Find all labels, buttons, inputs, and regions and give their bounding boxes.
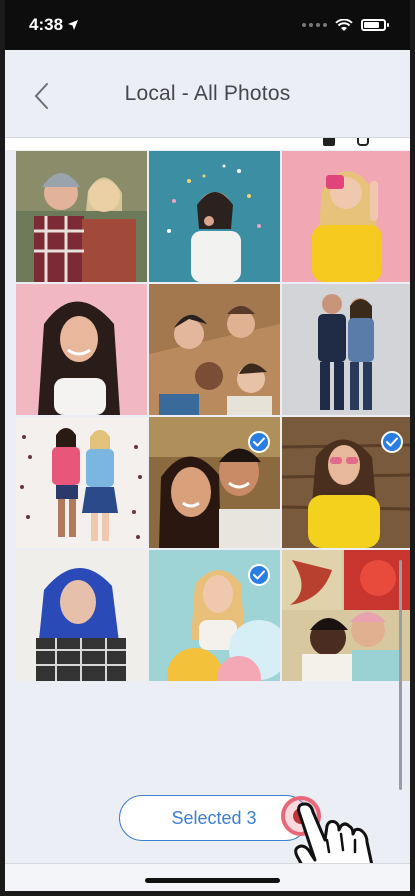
facebook-icon xyxy=(323,138,335,146)
photo-couple-standing xyxy=(282,284,410,415)
photo-tile-9[interactable] xyxy=(282,417,410,548)
photo-tile-6[interactable] xyxy=(282,284,410,415)
status-icons xyxy=(302,18,389,32)
photo-tile-4[interactable] xyxy=(16,284,147,415)
status-time: 4:38 xyxy=(29,15,64,34)
photo-tile-3[interactable] xyxy=(282,151,410,282)
photo-tile-10[interactable] xyxy=(16,550,147,681)
wifi-icon xyxy=(335,18,353,31)
selected-check-icon xyxy=(248,564,270,586)
photo-tile-12[interactable] xyxy=(282,550,410,681)
page-title: Local - All Photos xyxy=(124,82,291,105)
photo-tile-11[interactable] xyxy=(149,550,280,681)
photo-friends-lying-circle xyxy=(149,284,280,415)
photo-tile-5[interactable] xyxy=(149,284,280,415)
photo-woman-pink-camera xyxy=(282,151,410,282)
scrolled-header-remnant xyxy=(5,138,410,150)
location-arrow-icon xyxy=(68,20,79,30)
scrollbar[interactable] xyxy=(399,560,402,790)
photo-tile-2[interactable] xyxy=(149,151,280,282)
selected-check-icon xyxy=(248,431,270,453)
phone-screen: 4:38 Local - All Photos Selected 3 xyxy=(0,0,415,896)
status-time-group: 4:38 xyxy=(29,15,79,35)
home-indicator[interactable] xyxy=(145,878,280,883)
selected-check-icon xyxy=(381,431,403,453)
status-bar: 4:38 xyxy=(5,0,410,50)
photo-woman-blue-hair xyxy=(16,550,147,681)
photo-tile-7[interactable] xyxy=(16,417,147,548)
bottom-bar xyxy=(5,863,410,891)
navigation-bar: Local - All Photos xyxy=(5,50,410,138)
photo-tile-1[interactable] xyxy=(16,151,147,282)
photo-grid xyxy=(16,151,410,681)
selected-count-label: Selected 3 xyxy=(171,807,257,828)
photo-tile-8[interactable] xyxy=(149,417,280,548)
battery-icon xyxy=(361,19,389,31)
photo-two-girls-backpacks xyxy=(16,417,147,548)
photo-girl-smiling-pink xyxy=(16,284,147,415)
photo-two-friends-hats xyxy=(16,151,147,282)
photo-couple-flowers xyxy=(282,550,410,681)
photo-woman-blowing-glitter xyxy=(149,151,280,282)
instagram-icon xyxy=(357,138,369,146)
signal-dots-icon xyxy=(302,23,327,27)
